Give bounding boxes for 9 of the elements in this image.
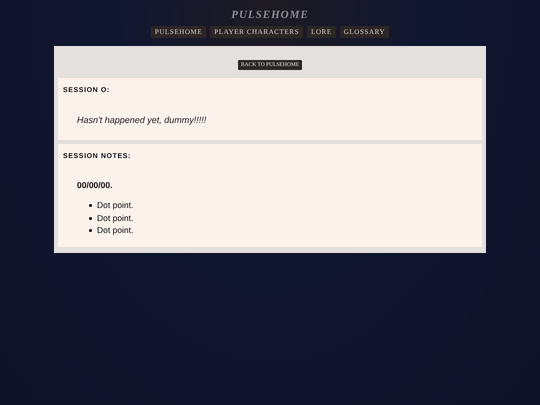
bullet-icon (89, 204, 92, 207)
date-heading: 00/00/00. (77, 178, 114, 192)
list-item: Dot point. (97, 212, 134, 224)
note-text: Hasn't happened yet, dummy!!!!! (77, 114, 208, 127)
bullet-icon (89, 216, 92, 220)
list-item: Dot point. (97, 199, 134, 212)
bullet-icon (89, 229, 92, 232)
list-item: Dot point. (97, 224, 134, 237)
site-title: PULSEHOME (231, 9, 309, 21)
